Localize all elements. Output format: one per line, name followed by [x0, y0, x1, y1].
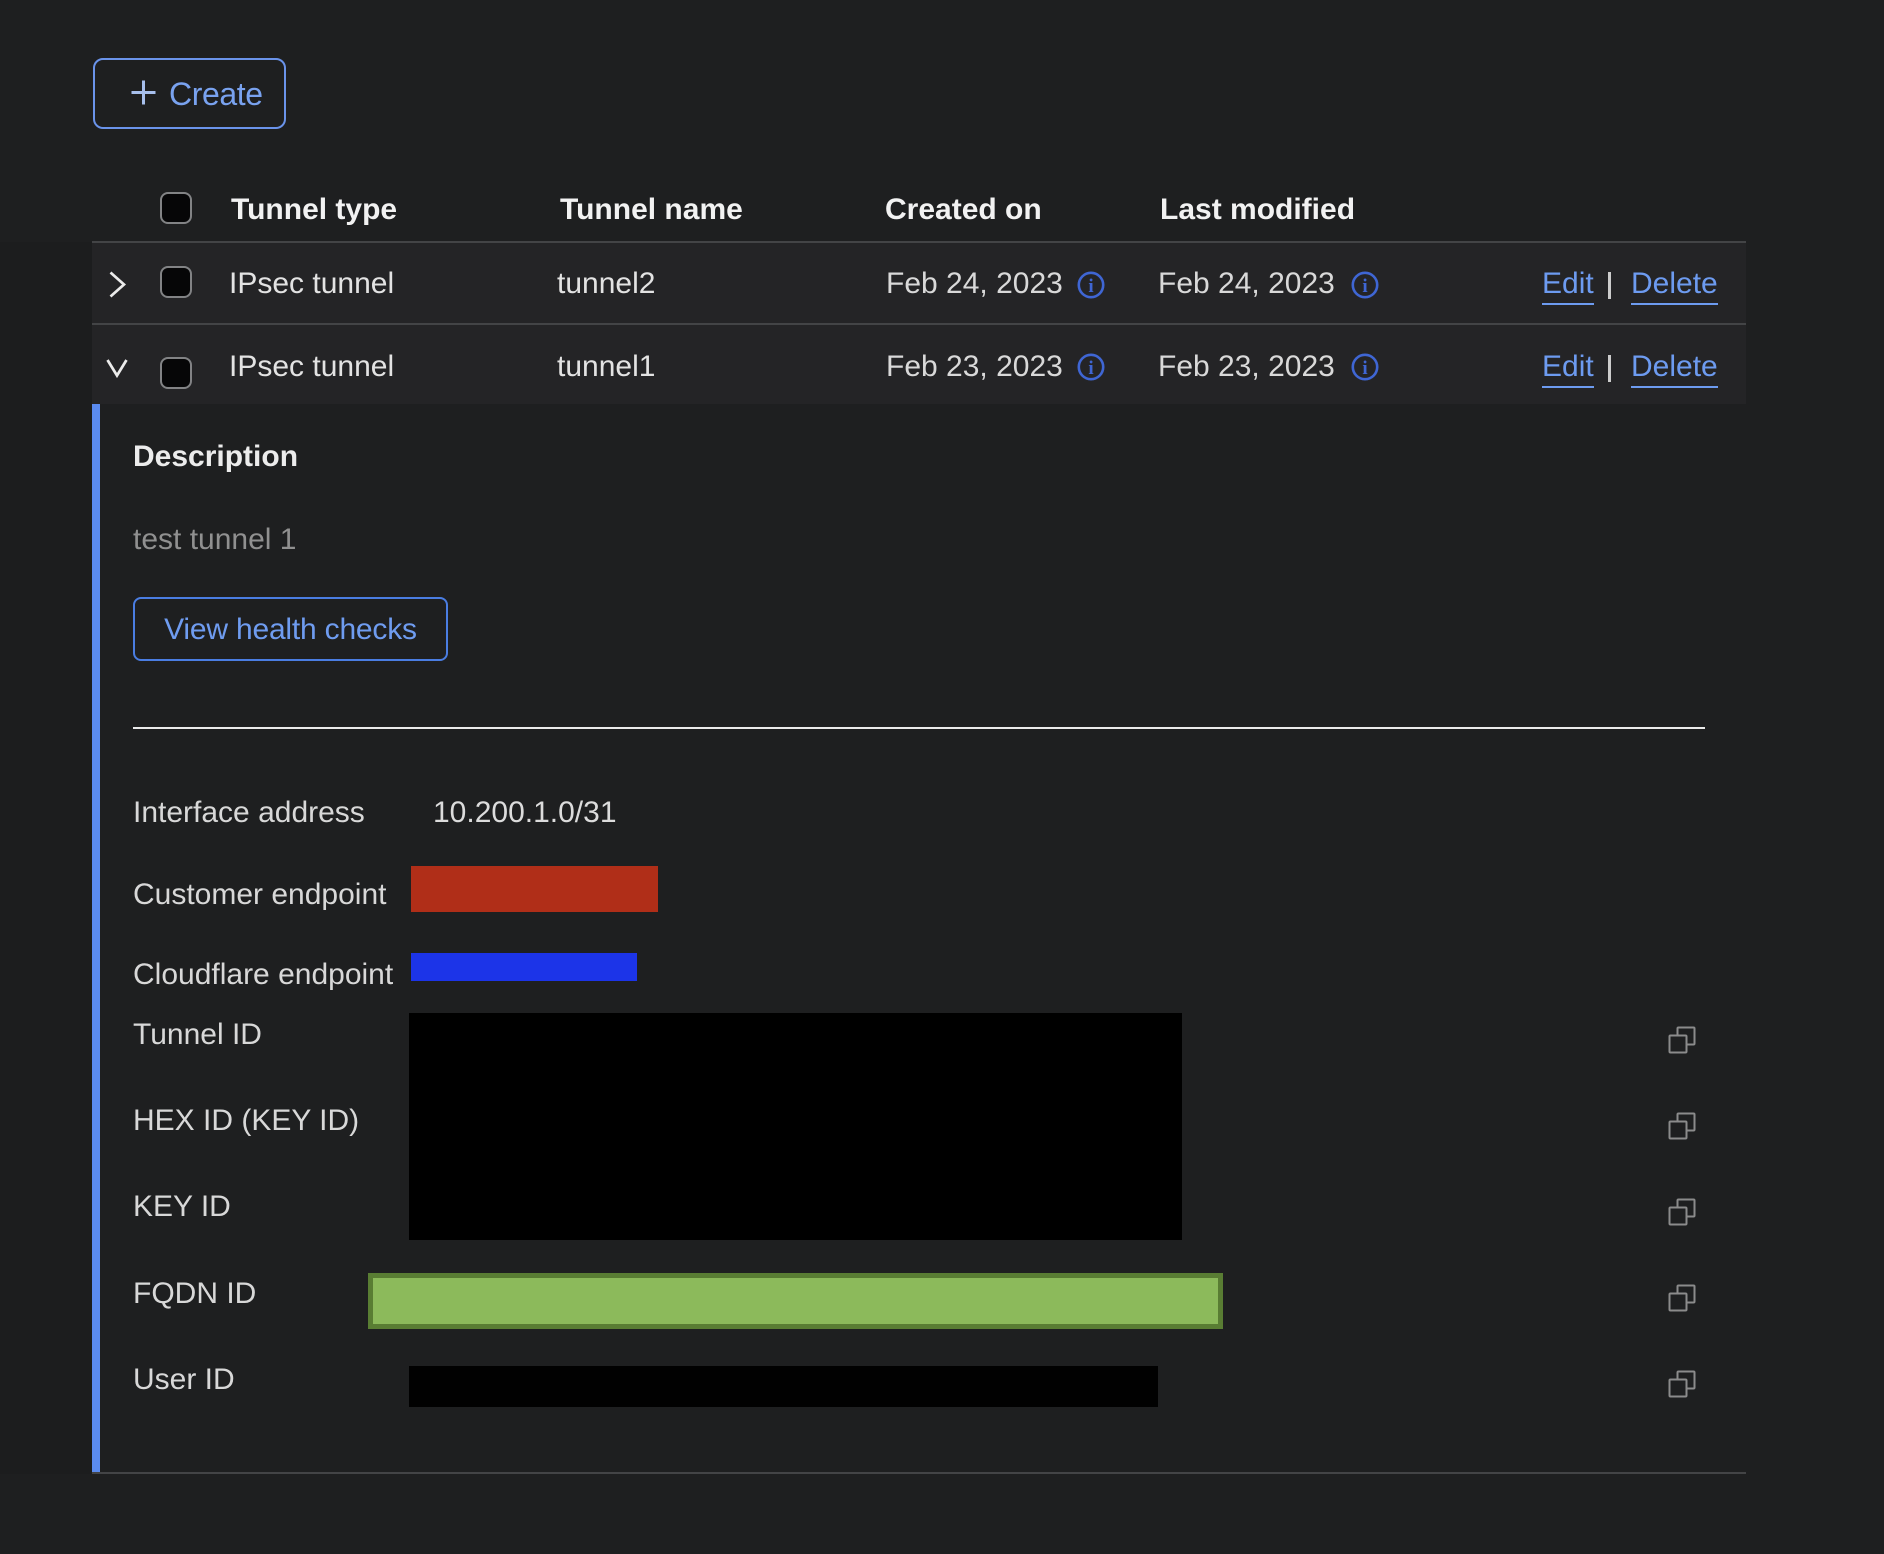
svg-text:i: i [1088, 358, 1093, 379]
svg-text:i: i [1362, 358, 1367, 379]
svg-text:i: i [1362, 276, 1367, 297]
svg-text:i: i [1088, 276, 1093, 297]
